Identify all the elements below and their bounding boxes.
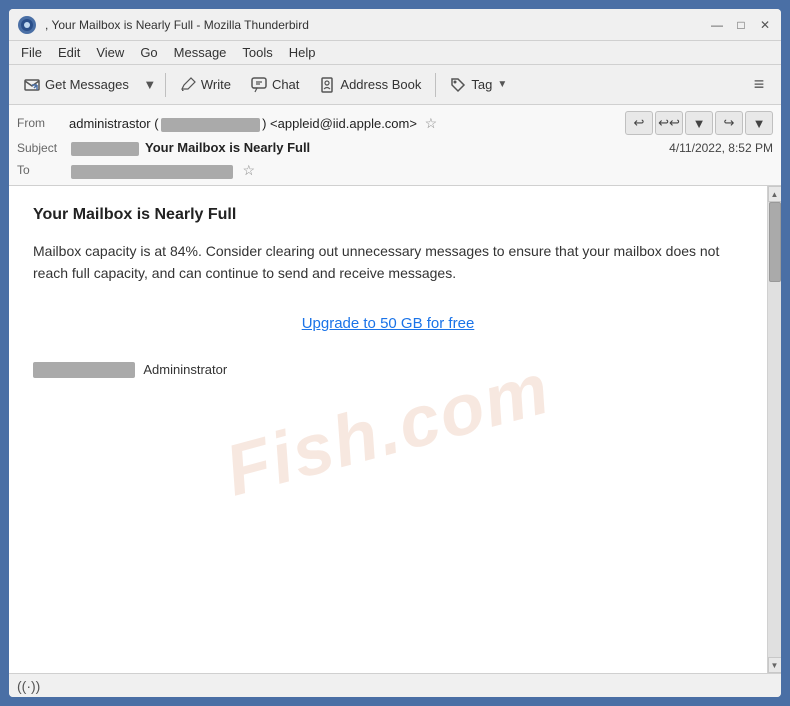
subject-label: Subject bbox=[17, 141, 69, 155]
from-star-icon[interactable]: ☆ bbox=[425, 115, 438, 131]
scroll-down-arrow[interactable]: ▼ bbox=[768, 657, 782, 673]
toolbar: Get Messages ▼ Write Chat Add bbox=[9, 65, 781, 105]
to-row: To ████████████████████ ☆ bbox=[17, 159, 773, 181]
email-content: Fish.com Your Mailbox is Nearly Full Mai… bbox=[9, 186, 767, 673]
scrollbar-thumb[interactable] bbox=[769, 202, 781, 282]
get-messages-icon bbox=[24, 77, 40, 93]
main-window: , Your Mailbox is Nearly Full - Mozilla … bbox=[7, 7, 783, 699]
menu-go[interactable]: Go bbox=[132, 43, 165, 62]
tag-dropdown-arrow[interactable]: ▼ bbox=[497, 79, 507, 90]
from-name: administrastor ( bbox=[69, 116, 159, 131]
separator-2 bbox=[435, 73, 436, 97]
subject-main: Your Mailbox is Nearly Full bbox=[145, 140, 310, 155]
chat-icon bbox=[251, 77, 267, 93]
tag-button[interactable]: Tag ▼ bbox=[441, 69, 516, 101]
email-date: 4/11/2022, 8:52 PM bbox=[669, 141, 773, 155]
from-email: ) <appleid@iid.apple.com> bbox=[262, 116, 417, 131]
menubar: File Edit View Go Message Tools Help bbox=[9, 41, 781, 65]
reply-all-button[interactable]: ↩↩ bbox=[655, 111, 683, 135]
scrollbar[interactable]: ▲ ▼ bbox=[767, 186, 781, 673]
close-button[interactable]: ✕ bbox=[757, 17, 773, 33]
scrollbar-track[interactable] bbox=[768, 202, 781, 657]
menu-view[interactable]: View bbox=[88, 43, 132, 62]
email-body-title: Your Mailbox is Nearly Full bbox=[33, 206, 743, 224]
address-book-icon bbox=[319, 77, 335, 93]
menu-tools[interactable]: Tools bbox=[234, 43, 280, 62]
subject-redacted: ████████ bbox=[71, 142, 139, 156]
minimize-button[interactable]: — bbox=[709, 17, 725, 33]
menu-edit[interactable]: Edit bbox=[50, 43, 88, 62]
more-button[interactable]: ▼ bbox=[745, 111, 773, 135]
more-actions-dropdown[interactable]: ▼ bbox=[685, 111, 713, 135]
get-messages-dropdown[interactable]: ▼ bbox=[140, 69, 160, 101]
write-icon bbox=[180, 77, 196, 93]
email-body: Your Mailbox is Nearly Full Mailbox capa… bbox=[33, 206, 743, 378]
tag-icon bbox=[450, 77, 466, 93]
signal-status-icon: ((·)) bbox=[17, 678, 40, 694]
write-button[interactable]: Write bbox=[171, 69, 240, 101]
reply-button[interactable]: ↩ bbox=[625, 111, 653, 135]
address-book-button[interactable]: Address Book bbox=[310, 69, 430, 101]
maximize-button[interactable]: □ bbox=[733, 17, 749, 33]
subject-value: ████████ Your Mailbox is Nearly Full bbox=[69, 140, 669, 156]
to-star-icon[interactable]: ☆ bbox=[243, 162, 256, 178]
window-controls: — □ ✕ bbox=[709, 17, 773, 33]
get-messages-button[interactable]: Get Messages bbox=[15, 69, 138, 101]
from-redacted: ████████████ bbox=[161, 118, 261, 132]
email-header: From administrastor (████████████) <appl… bbox=[9, 105, 781, 186]
separator-1 bbox=[165, 73, 166, 97]
signature-redacted: ████████ bbox=[33, 362, 135, 378]
signature-name: Admininstrator bbox=[143, 362, 227, 377]
from-value: administrastor (████████████) <appleid@i… bbox=[69, 115, 625, 132]
menu-message[interactable]: Message bbox=[166, 43, 235, 62]
from-row: From administrastor (████████████) <appl… bbox=[17, 109, 773, 137]
email-action-buttons: ↩ ↩↩ ▼ ↪ ▼ bbox=[625, 111, 773, 135]
to-value: ████████████████████ ☆ bbox=[69, 162, 773, 179]
to-label: To bbox=[17, 163, 69, 177]
hamburger-menu-button[interactable]: ≡ bbox=[743, 69, 775, 101]
subject-row: Subject ████████ Your Mailbox is Nearly … bbox=[17, 137, 773, 159]
upgrade-link[interactable]: Upgrade to 50 GB for free bbox=[33, 315, 743, 332]
email-body-text: Mailbox capacity is at 84%. Consider cle… bbox=[33, 240, 743, 285]
titlebar: , Your Mailbox is Nearly Full - Mozilla … bbox=[9, 9, 781, 41]
statusbar: ((·)) bbox=[9, 673, 781, 697]
hamburger-icon: ≡ bbox=[754, 74, 765, 95]
email-content-wrapper: Fish.com Your Mailbox is Nearly Full Mai… bbox=[9, 186, 781, 673]
menu-help[interactable]: Help bbox=[281, 43, 324, 62]
to-redacted: ████████████████████ bbox=[71, 165, 233, 179]
chat-button[interactable]: Chat bbox=[242, 69, 308, 101]
forward-button[interactable]: ↪ bbox=[715, 111, 743, 135]
scroll-up-arrow[interactable]: ▲ bbox=[768, 186, 782, 202]
menu-file[interactable]: File bbox=[13, 43, 50, 62]
from-label: From bbox=[17, 116, 69, 130]
app-logo bbox=[17, 15, 37, 35]
signature-area: ████████ Admininstrator bbox=[33, 362, 743, 378]
window-title: , Your Mailbox is Nearly Full - Mozilla … bbox=[45, 18, 709, 32]
